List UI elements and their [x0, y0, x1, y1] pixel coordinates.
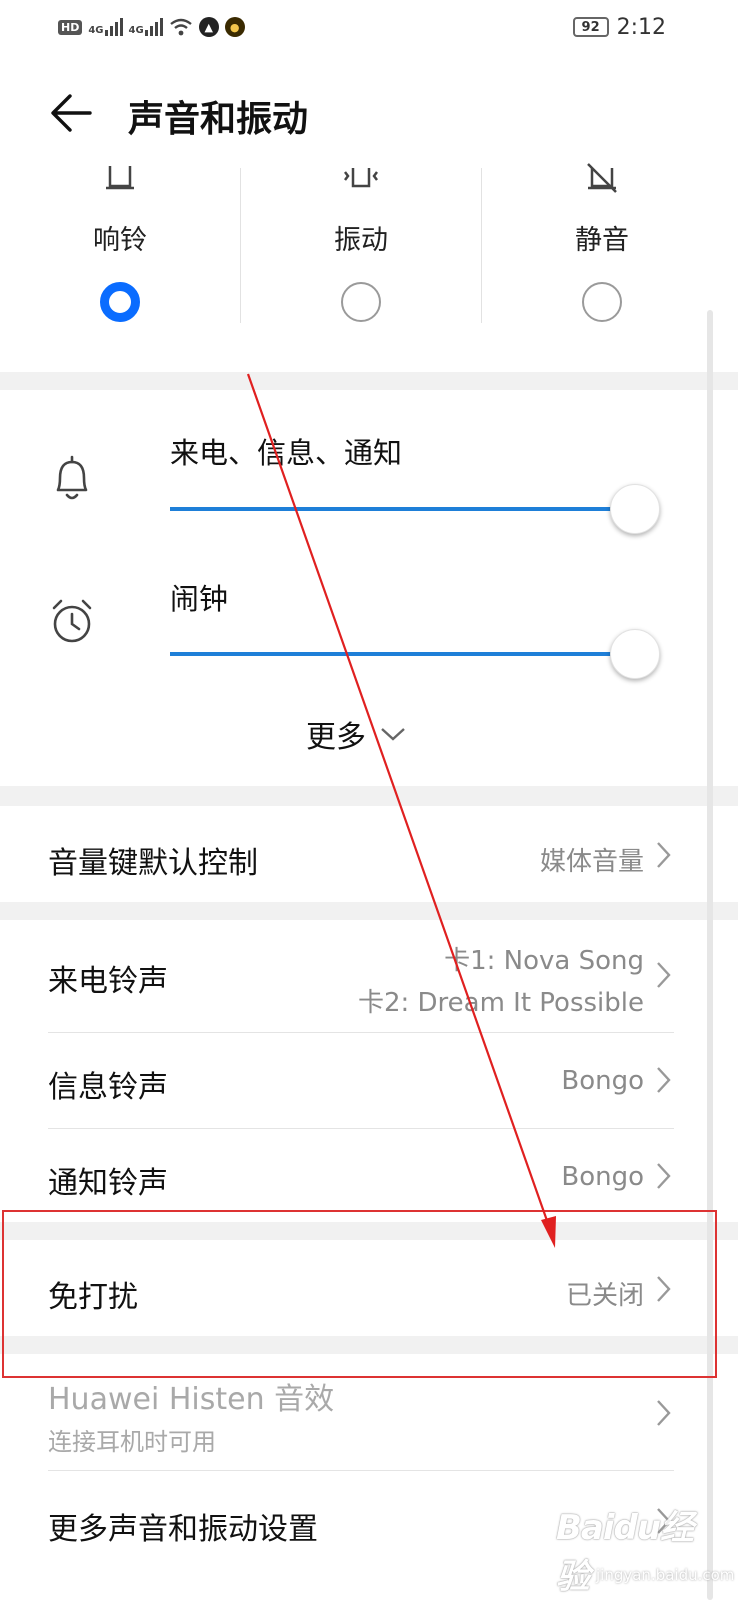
ring-volume-label: 来电、信息、通知 [170, 436, 403, 470]
status-icons-left: HD 4G 4G ▲ ● [58, 14, 245, 40]
notification-tone-value: Bongo [561, 1162, 644, 1192]
bell-off-icon [587, 163, 617, 193]
section-divider [0, 372, 738, 390]
mode-silent-radio[interactable] [582, 282, 622, 322]
hd-icon: HD [58, 19, 83, 35]
chevron-right-icon [657, 962, 671, 988]
status-bar: HD 4G 4G ▲ ● 92 2:12 [0, 0, 738, 56]
mode-silent[interactable]: 静音 [482, 160, 722, 330]
row-divider [48, 1128, 674, 1129]
mode-vibrate[interactable]: 振动 [241, 160, 481, 330]
game-app-icon: ● [224, 17, 245, 37]
message-tone-value: Bongo [561, 1066, 644, 1096]
mode-ring-label: 响铃 [93, 225, 147, 256]
sim2-network-label: 4G [128, 25, 144, 36]
ringtone-sim2-value: 卡2: Dream It Possible [357, 988, 644, 1018]
scrollbar[interactable] [707, 310, 713, 1600]
status-icons-right: 92 2:12 [572, 12, 666, 42]
alarm-volume-label: 闹钟 [170, 582, 229, 616]
watermark-url: jingyan.baidu.com [596, 1566, 735, 1584]
row-divider [48, 1032, 674, 1033]
ringtone-sim1-value: 卡1: Nova Song [444, 946, 644, 976]
chevron-right-icon [657, 1067, 671, 1093]
chevron-right-icon [657, 842, 671, 868]
sim1-network-label: 4G [88, 25, 104, 36]
vibrate-icon [344, 168, 378, 188]
sim2-signal-icon: 4G [129, 18, 163, 36]
more-volume-label: 更多 [306, 720, 366, 755]
chevron-right-icon [657, 1163, 671, 1189]
status-time: 2:12 [616, 14, 666, 40]
ring-volume-thumb[interactable] [610, 484, 660, 534]
section-divider [0, 786, 738, 806]
assistant-app-icon: ▲ [198, 17, 219, 37]
ringtone-label[interactable]: 来电铃声 [48, 956, 168, 1000]
chevron-down-icon [381, 728, 405, 741]
mode-silent-label: 静音 [575, 225, 629, 256]
chevron-right-icon [657, 1400, 671, 1426]
mode-vibrate-label: 振动 [334, 225, 388, 256]
annotation-highlight-box [2, 1210, 717, 1378]
alarm-clock-icon [52, 599, 92, 643]
histen-label: Huawei Histen 音效 [48, 1382, 335, 1417]
volume-key-value: 媒体音量 [539, 847, 644, 877]
battery-icon: 92 [572, 17, 609, 37]
message-tone-label[interactable]: 信息铃声 [48, 1062, 168, 1106]
back-arrow-icon[interactable] [46, 86, 100, 140]
ring-volume-track[interactable] [170, 507, 634, 511]
histen-subtitle: 连接耳机时可用 [48, 1428, 216, 1456]
volume-key-label[interactable]: 音量键默认控制 [48, 838, 258, 882]
mode-vibrate-radio[interactable] [341, 282, 381, 322]
mode-ring-radio[interactable] [100, 282, 140, 322]
sim1-signal-icon: 4G [88, 18, 123, 36]
bell-icon [56, 455, 88, 500]
page-title: 声音和振动 [128, 99, 309, 140]
alarm-volume-track[interactable] [170, 652, 634, 656]
row-divider [48, 1470, 674, 1471]
section-divider [0, 902, 738, 920]
alarm-volume-thumb[interactable] [610, 629, 660, 679]
wifi-icon [169, 18, 192, 36]
mode-ring[interactable]: 响铃 [0, 160, 240, 330]
more-sound-settings-label[interactable]: 更多声音和振动设置 [48, 1504, 318, 1548]
more-volume-toggle[interactable]: 更多 [306, 712, 406, 756]
bell-icon [106, 166, 134, 190]
notification-tone-label[interactable]: 通知铃声 [48, 1158, 168, 1202]
baidu-watermark-logo: Baidu经验 jingyan.baidu.com [556, 1496, 734, 1600]
